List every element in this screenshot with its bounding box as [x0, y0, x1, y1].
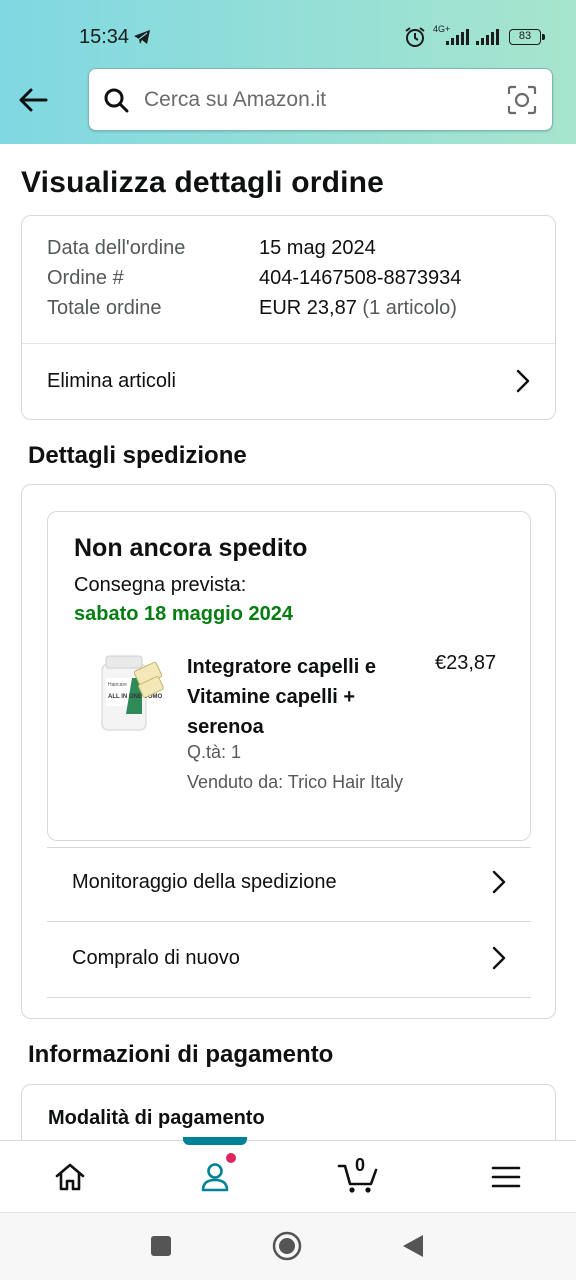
order-total-value: EUR 23,87 (1 articolo) — [259, 297, 457, 320]
product-image-label: ALL IN ONE UOMO — [108, 694, 163, 700]
svg-text:Haircare: Haircare — [108, 682, 127, 688]
telegram-icon — [133, 29, 151, 50]
circle-icon — [272, 1231, 302, 1261]
search-bar[interactable] — [88, 68, 553, 131]
order-date-value: 15 mag 2024 — [259, 237, 376, 259]
cart-count: 0 — [355, 1155, 366, 1175]
page-title: Visualizza dettagli ordine — [21, 166, 385, 199]
order-number-label: Ordine # — [47, 267, 124, 289]
track-shipment-label: Monitoraggio della spedizione — [72, 870, 337, 893]
chevron-right-icon — [516, 369, 530, 393]
delivery-label: Consegna prevista: — [74, 574, 247, 596]
product-seller: Venduto da: Trico Hair Italy — [187, 772, 404, 792]
payment-card: Modalità di pagamento — [21, 1084, 556, 1140]
main-content: Visualizza dettagli ordine Data dell'ord… — [0, 144, 576, 1140]
bottom-nav: 0 — [0, 1137, 576, 1213]
nav-cart[interactable] — [318, 1141, 398, 1213]
order-date-label: Data dell'ordine — [47, 237, 186, 259]
battery-icon: 83 — [509, 29, 545, 45]
buy-again-row[interactable]: Compralo di nuovo — [47, 921, 531, 995]
system-nav-bar — [0, 1212, 576, 1280]
shipment-section-title: Dettagli spedizione — [28, 442, 247, 469]
chevron-right-icon — [492, 946, 506, 970]
order-total-label: Totale ordine — [47, 297, 162, 319]
delivery-date: sabato 18 maggio 2024 — [74, 603, 293, 625]
delete-items-row[interactable]: Elimina articoli — [22, 344, 555, 418]
recents-button[interactable] — [150, 1235, 172, 1262]
status-bar: 15:34 4G+ 83 — [0, 0, 576, 70]
order-item-count: (1 articolo) — [362, 297, 457, 319]
signal-icon — [476, 29, 502, 50]
payment-method-title: Modalità di pagamento — [48, 1107, 265, 1129]
track-shipment-row[interactable]: Monitoraggio della spedizione — [47, 845, 531, 919]
order-number-value: 404-1467508-8873934 — [259, 267, 462, 289]
buy-again-label: Compralo di nuovo — [72, 946, 240, 969]
order-summary-card: Data dell'ordine 15 mag 2024 Ordine # 40… — [21, 215, 556, 420]
top-header: 15:34 4G+ 83 — [0, 0, 576, 144]
alarm-icon — [404, 26, 426, 53]
nav-home[interactable] — [30, 1141, 110, 1213]
camera-scan-icon[interactable] — [507, 85, 537, 120]
home-system-button[interactable] — [272, 1231, 302, 1266]
status-time: 15:34 — [79, 26, 130, 48]
product-title-link[interactable]: Integratore capelli e Vitamine capelli +… — [187, 652, 417, 742]
product-price: €23,87 — [435, 652, 497, 674]
nav-menu[interactable] — [466, 1141, 546, 1213]
back-button[interactable] — [14, 82, 52, 118]
divider — [47, 997, 531, 998]
triangle-back-icon — [403, 1235, 423, 1257]
order-total-amount: EUR 23,87 — [259, 297, 357, 319]
notification-dot — [226, 1153, 236, 1163]
menu-icon — [491, 1166, 521, 1188]
delete-items-label: Elimina articoli — [47, 369, 176, 392]
shipment-card: Non ancora spedito Consegna prevista: sa… — [21, 484, 556, 1019]
signal-icon — [446, 29, 470, 50]
chevron-right-icon — [492, 870, 506, 894]
shipment-item-card: Non ancora spedito Consegna prevista: sa… — [47, 511, 531, 841]
search-input[interactable] — [144, 83, 484, 117]
back-system-button[interactable] — [401, 1233, 425, 1264]
account-icon — [201, 1163, 229, 1192]
nav-account[interactable] — [175, 1141, 255, 1213]
arrow-left-icon — [19, 88, 48, 112]
square-icon — [151, 1236, 171, 1256]
product-quantity: Q.tà: 1 — [187, 742, 242, 762]
product-image[interactable]: Haircare ALL IN ONE UOMO — [96, 654, 166, 736]
home-icon — [55, 1163, 85, 1191]
shipment-status: Non ancora spedito — [74, 534, 308, 562]
search-icon — [103, 87, 129, 118]
payment-section-title: Informazioni di pagamento — [28, 1041, 334, 1068]
